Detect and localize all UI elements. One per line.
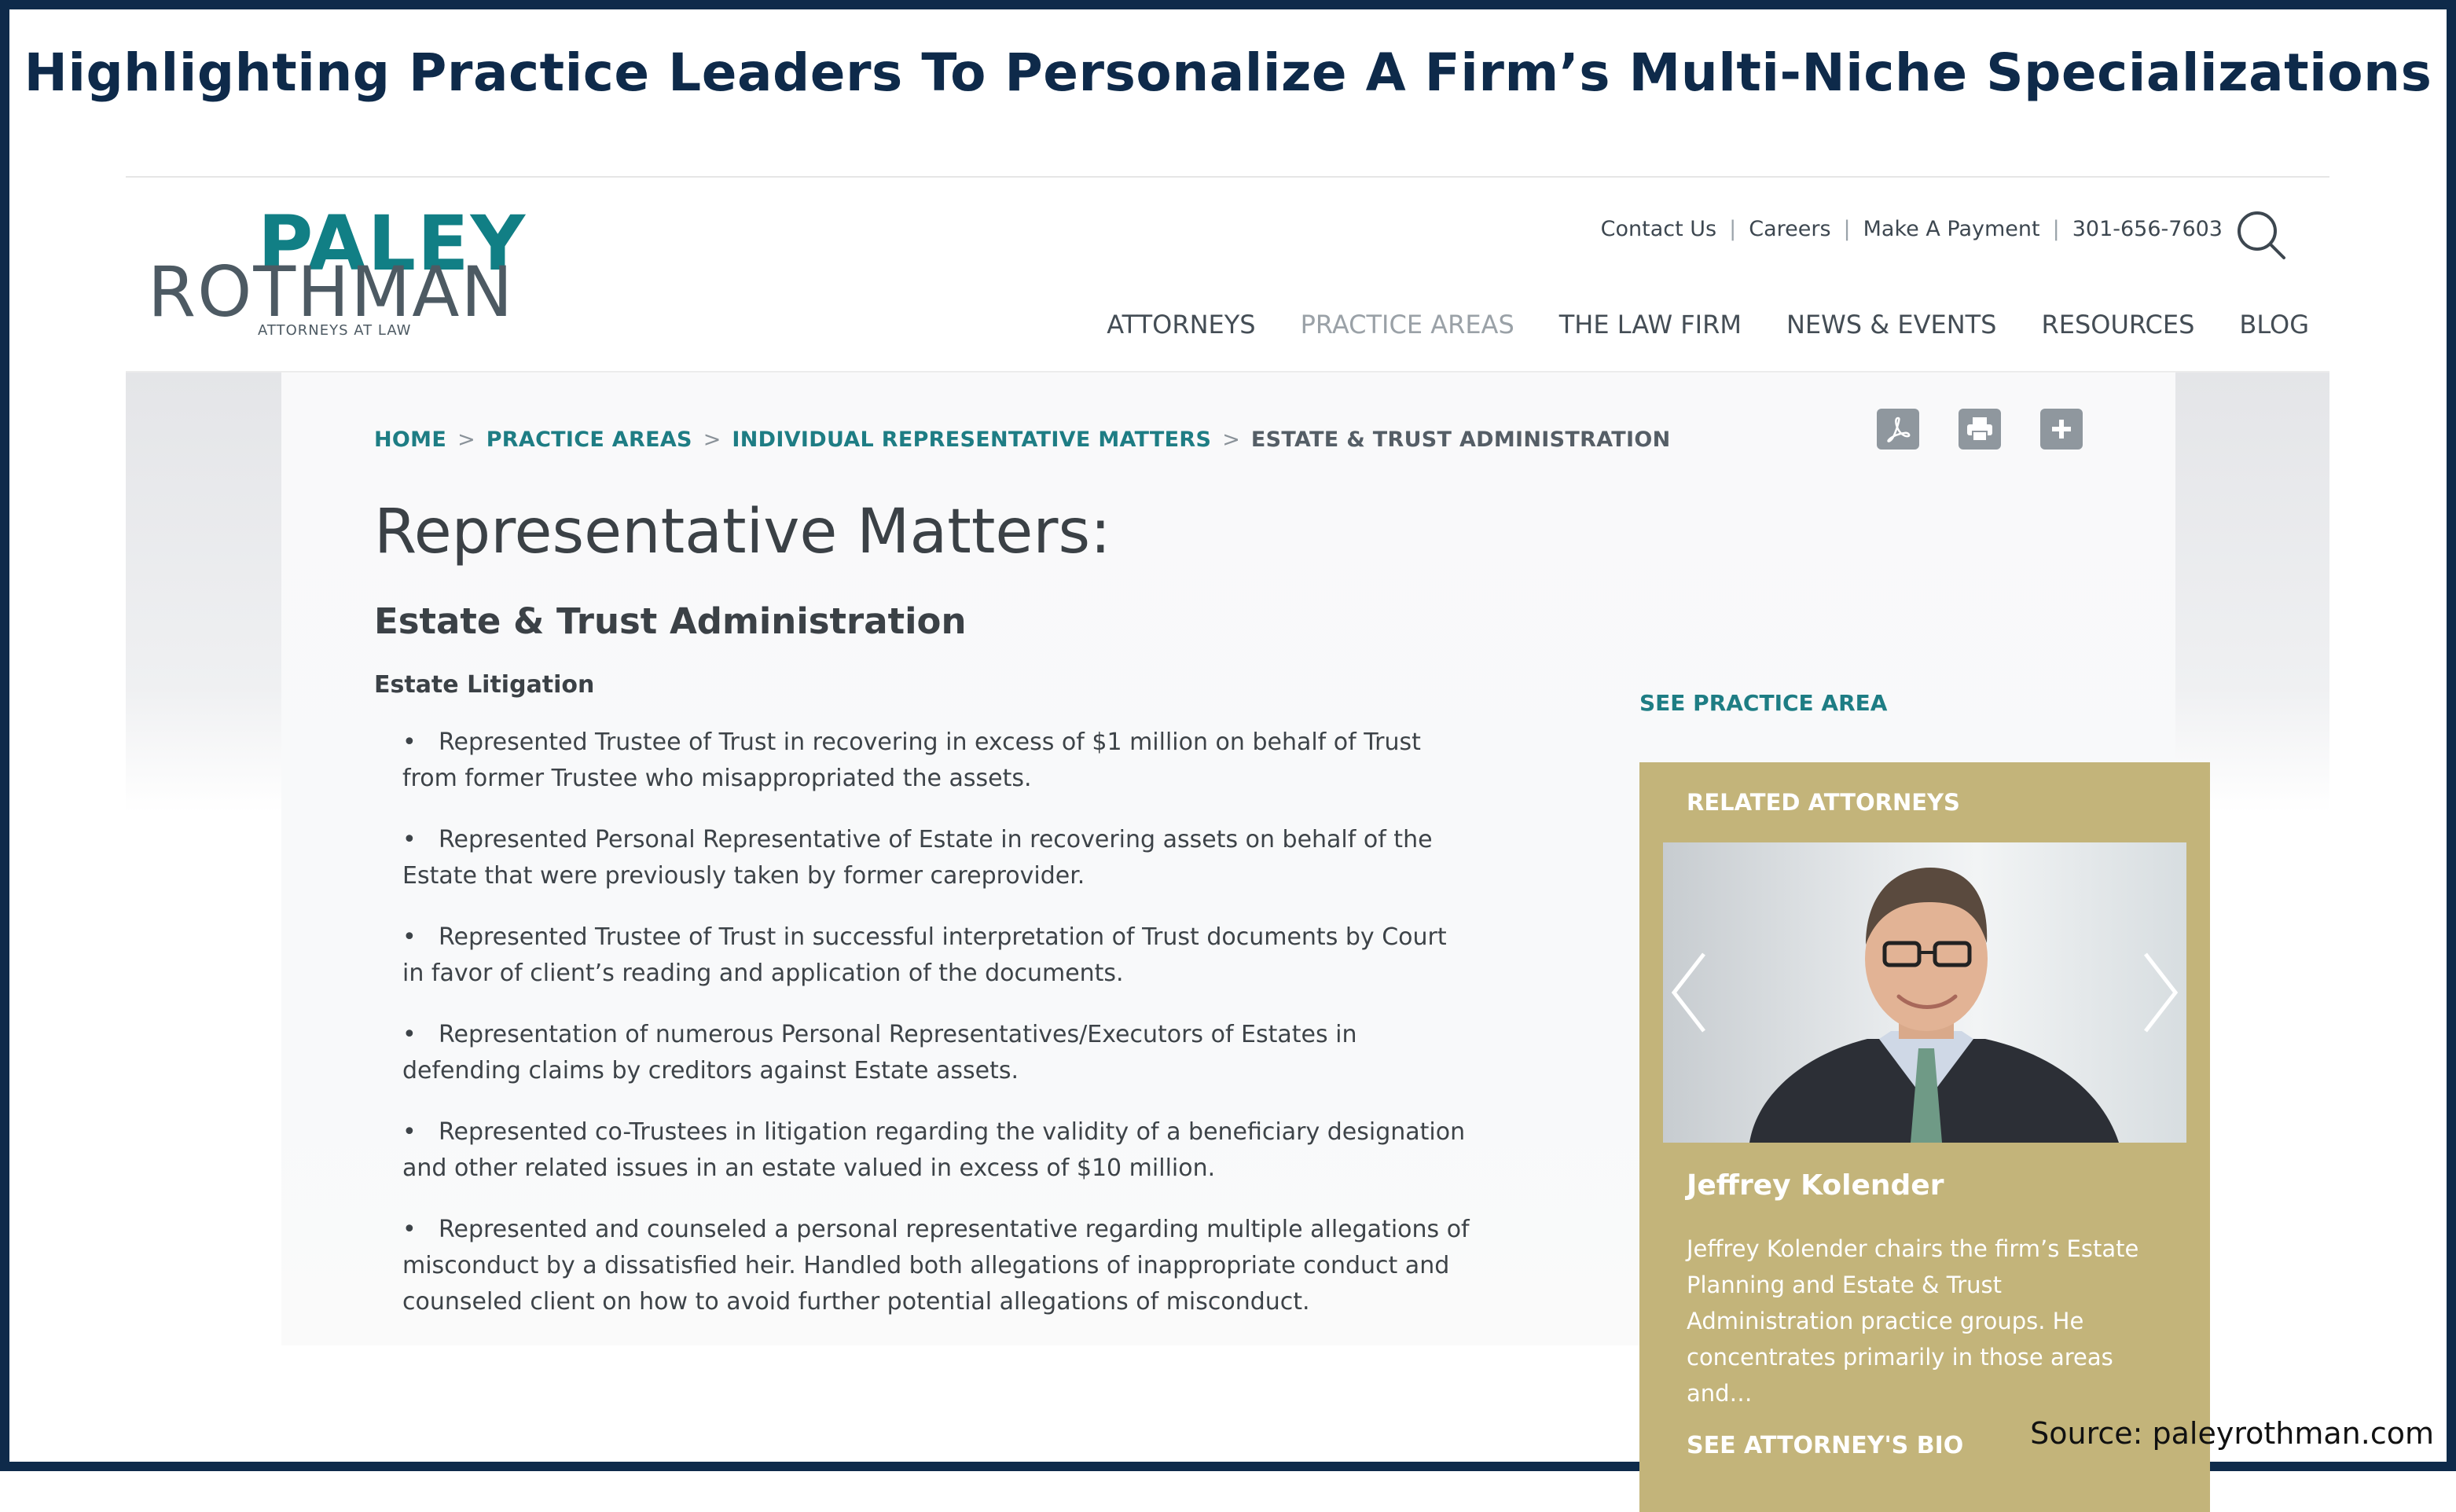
attorney-photo[interactable] [1663, 842, 2186, 1143]
breadcrumb: HOME > PRACTICE AREAS > INDIVIDUAL REPRE… [374, 428, 1671, 452]
list-item: • Represented and counseled a personal re… [402, 1216, 1470, 1316]
nav-the-law-firm[interactable]: THE LAW FIRM [1559, 310, 1742, 339]
carousel-prev-icon[interactable] [1669, 949, 1709, 1039]
nav-news-events[interactable]: NEWS & EVENTS [1786, 310, 1997, 339]
print-icon[interactable] [1959, 409, 2001, 450]
careers-link[interactable]: Careers [1749, 217, 1830, 241]
card-heading: RELATED ATTORNEYS [1687, 789, 1960, 816]
page-title: Representative Matters: [374, 497, 1111, 567]
page-tools [1877, 409, 2083, 450]
page-subtitle: Estate & Trust Administration [374, 600, 967, 642]
separator: | [1729, 217, 1737, 241]
section-heading: Estate Litigation [374, 671, 595, 699]
nav-blog[interactable]: BLOG [2239, 310, 2309, 339]
nav-resources[interactable]: RESOURCES [2041, 310, 2194, 339]
list-item-text: Represented co-Trustees in litigation re… [402, 1118, 1466, 1182]
list-item: • Represented co-Trustees in litigation r… [402, 1118, 1466, 1182]
utility-nav: Contact Us | Careers | Make A Payment | … [1601, 217, 2223, 241]
breadcrumb-separator: > [703, 428, 721, 452]
firm-logo[interactable]: PALEY ROTHMAN ATTORNEYS AT LAW [148, 206, 556, 339]
list-item: • Represented Trustee of Trust in success… [402, 923, 1447, 987]
pdf-icon[interactable] [1877, 409, 1919, 450]
main-content-panel: HOME > PRACTICE AREAS > INDIVIDUAL REPRE… [281, 372, 2210, 1512]
slide-headline: Highlighting Practice Leaders To Persona… [24, 42, 2432, 103]
attorney-description: Jeffrey Kolender chairs the firm’s Estat… [1687, 1235, 2139, 1407]
related-attorneys-card: RELATED ATTORNEYS Jeffrey Kolender Jeffr… [1639, 762, 2210, 1512]
list-item-text: Represented Trustee of Trust in recoveri… [402, 728, 1421, 792]
list-item-text: Represented and counseled a personal rep… [402, 1216, 1470, 1316]
site-header: PALEY ROTHMAN ATTORNEYS AT LAW Contact U… [126, 178, 2329, 372]
list-item: • Representation of numerous Personal Rep… [402, 1021, 1357, 1084]
plus-icon[interactable] [2040, 409, 2083, 450]
website-screenshot: PALEY ROTHMAN ATTORNEYS AT LAW Contact U… [126, 176, 2329, 1512]
breadcrumb-separator: > [457, 428, 475, 452]
make-payment-link[interactable]: Make A Payment [1863, 217, 2040, 241]
breadcrumb-separator: > [1222, 428, 1240, 452]
carousel-next-icon[interactable] [2141, 949, 2180, 1039]
list-item: • Represented Personal Representative of … [402, 826, 1433, 890]
attorney-name-link[interactable]: Jeffrey Kolender [1687, 1169, 1944, 1202]
separator: | [1843, 217, 1851, 241]
breadcrumb-home[interactable]: HOME [374, 428, 446, 452]
matters-list: • Represented Trustee of Trust in recover… [402, 725, 1471, 1345]
list-item-text: Represented Personal Representative of E… [402, 826, 1433, 890]
list-item: • Represented Trustee of Trust in recover… [402, 728, 1421, 792]
source-caption: Source: paleyrothman.com [2030, 1416, 2434, 1451]
list-item-text: Representation of numerous Personal Repr… [402, 1021, 1357, 1084]
breadcrumb-practice-areas[interactable]: PRACTICE AREAS [486, 428, 692, 452]
list-item-text: Represented Trustee of Trust in successf… [402, 923, 1447, 987]
logo-tagline: ATTORNEYS AT LAW [258, 322, 412, 339]
nav-practice-areas[interactable]: PRACTICE AREAS [1301, 310, 1514, 339]
logo-rothman-text: ROTHMAN [148, 251, 515, 332]
contact-us-link[interactable]: Contact Us [1601, 217, 1716, 241]
phone-link[interactable]: 301-656-7603 [2072, 217, 2223, 241]
breadcrumb-current: ESTATE & TRUST ADMINISTRATION [1250, 428, 1671, 452]
see-practice-area-link[interactable]: SEE PRACTICE AREA [1639, 690, 1887, 716]
see-attorney-bio-link[interactable]: SEE ATTORNEY'S BIO [1687, 1432, 1963, 1459]
nav-attorneys[interactable]: ATTORNEYS [1107, 310, 1255, 339]
breadcrumb-individual-matters[interactable]: INDIVIDUAL REPRESENTATIVE MATTERS [732, 428, 1211, 452]
search-icon[interactable] [2234, 207, 2289, 262]
separator: | [2052, 217, 2060, 241]
main-nav: ATTORNEYS PRACTICE AREAS THE LAW FIRM NE… [1107, 310, 2309, 339]
